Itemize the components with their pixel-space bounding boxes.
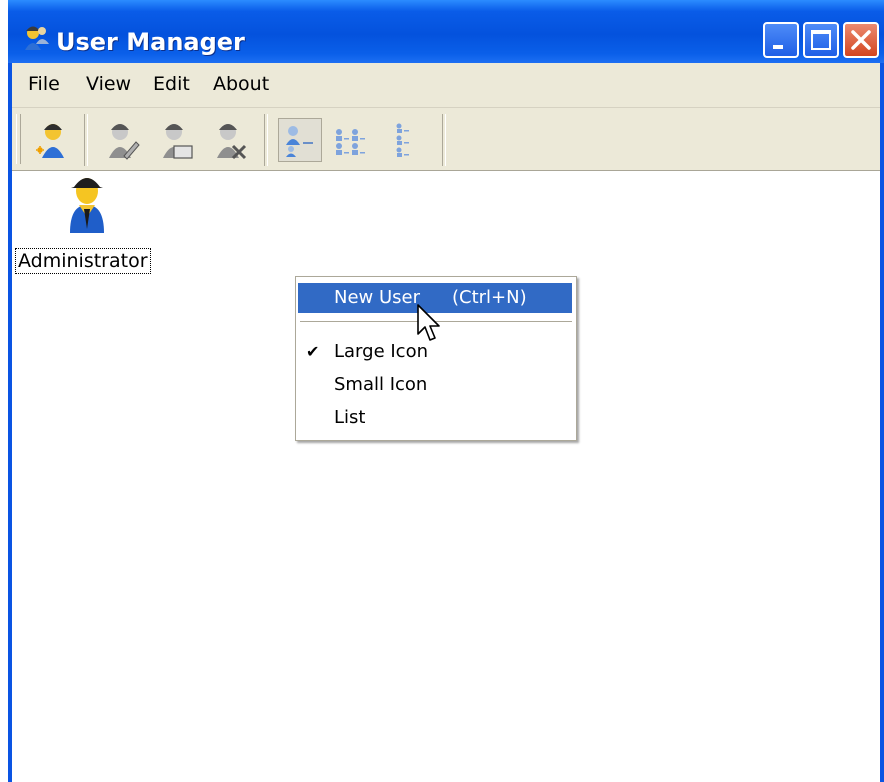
menu-item-label: Large Icon (334, 341, 428, 362)
user-manager-icon (22, 24, 52, 52)
user-icon[interactable] (57, 171, 117, 233)
menu-about[interactable]: About (213, 73, 269, 95)
list-view-icon (396, 123, 409, 157)
menu-item-label: List (334, 407, 366, 428)
large-icon-view-button[interactable] (278, 118, 322, 162)
maximize-button[interactable] (803, 22, 839, 58)
user-properties-icon (163, 124, 193, 159)
user-list-view[interactable]: Administrator New User (Ctrl+N) ✔ Large … (12, 171, 880, 782)
menu-item-label: New User (334, 287, 421, 308)
mouse-cursor-icon (417, 304, 443, 344)
toolbar-separator (442, 114, 446, 166)
delete-user-icon (217, 124, 247, 160)
context-menu: New User (Ctrl+N) ✔ Large Icon Small Ico… (295, 276, 577, 441)
maximize-icon (811, 30, 831, 50)
menu-view[interactable]: View (86, 73, 131, 95)
user-manager-window: User Manager File View Edit About Admini… (8, 0, 884, 782)
list-view-button[interactable] (390, 118, 434, 162)
small-icon-view-icon (336, 129, 365, 155)
context-menu-small-icon[interactable]: Small Icon (298, 370, 572, 400)
title-bar[interactable]: User Manager (8, 0, 884, 63)
window-title: User Manager (56, 28, 245, 56)
edit-user-icon (109, 124, 140, 160)
minimize-icon (773, 45, 783, 49)
new-user-button[interactable] (30, 118, 74, 162)
delete-user-button[interactable] (206, 118, 250, 162)
menu-item-shortcut: (Ctrl+N) (452, 287, 527, 308)
edit-user-button[interactable] (98, 118, 142, 162)
context-menu-list[interactable]: List (298, 403, 572, 433)
close-icon (851, 30, 871, 50)
menu-item-label: Small Icon (334, 374, 428, 395)
toolbar-separator (264, 114, 268, 166)
large-icon-view-icon (286, 126, 313, 157)
new-user-icon (36, 124, 64, 158)
toolbar (12, 108, 880, 171)
toolbar-separator (84, 114, 88, 166)
user-properties-button[interactable] (152, 118, 196, 162)
menu-file[interactable]: File (28, 73, 60, 95)
user-item-label[interactable]: Administrator (15, 248, 151, 274)
minimize-button[interactable] (763, 22, 799, 58)
menu-edit[interactable]: Edit (153, 73, 190, 95)
checkmark-icon: ✔ (306, 342, 320, 361)
close-button[interactable] (843, 22, 879, 58)
toolbar-grip[interactable] (16, 114, 21, 164)
menu-bar: File View Edit About (12, 63, 880, 108)
small-icon-view-button[interactable] (330, 118, 374, 162)
